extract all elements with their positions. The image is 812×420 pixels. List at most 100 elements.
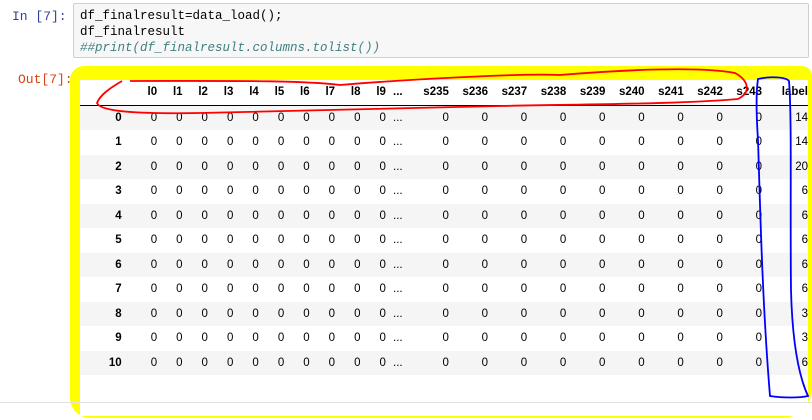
table-cell: 0 bbox=[176, 258, 183, 271]
table-cell: 0 bbox=[277, 111, 285, 124]
table-cell: 0 bbox=[379, 356, 386, 369]
table-cell: 0 bbox=[442, 356, 449, 369]
table-cell: 0 bbox=[520, 307, 528, 320]
table-cell: 0 bbox=[755, 356, 763, 369]
column-header: s238 bbox=[527, 80, 567, 106]
label-cell: 6 bbox=[801, 209, 808, 222]
table-cell: 0 bbox=[481, 160, 489, 173]
table-cell: 0 bbox=[520, 258, 528, 271]
table-cell: 0 bbox=[520, 136, 528, 149]
table-cell: 0 bbox=[226, 234, 234, 247]
row-index: 3 bbox=[115, 185, 122, 198]
table-cell: 0 bbox=[354, 185, 361, 198]
table-cell: 0 bbox=[481, 234, 489, 247]
table-cell: 0 bbox=[277, 307, 285, 320]
cell-divider bbox=[0, 402, 812, 403]
table-row: 10 0 0 0 0 0 0 0 0 0 0... 0 0 0 0 0 0 0 0 0 6 bbox=[80, 350, 808, 375]
table-cell: 0 bbox=[716, 258, 723, 271]
table-row: 5 0 0 0 0 0 0 0 0 0 0... 0 0 0 0 0 0 0 0 0 6 bbox=[80, 228, 808, 253]
table-cell: 0 bbox=[520, 185, 528, 198]
table-row: 1 0 0 0 0 0 0 0 0 0 0... 0 0 0 0 0 0 0 0 0 14 bbox=[80, 130, 808, 155]
table-cell: ... bbox=[393, 356, 403, 369]
table-cell: 0 bbox=[481, 283, 489, 296]
table-cell: 0 bbox=[303, 185, 310, 198]
row-index: 7 bbox=[115, 283, 122, 296]
table-cell: 0 bbox=[150, 307, 158, 320]
table-cell: 0 bbox=[328, 332, 336, 345]
table-cell: 0 bbox=[150, 111, 158, 124]
table-cell: 0 bbox=[599, 160, 606, 173]
table-cell: 0 bbox=[379, 136, 386, 149]
table-cell: ... bbox=[393, 332, 403, 345]
table-cell: 0 bbox=[226, 209, 234, 222]
dataframe-table: l0 l1 l2 l3 l4 l5 l6 l7 l8 l9 ... s235 s… bbox=[80, 80, 808, 375]
table-row: 7 0 0 0 0 0 0 0 0 0 0... 0 0 0 0 0 0 0 0 0 6 bbox=[80, 277, 808, 302]
table-cell: 0 bbox=[201, 332, 208, 345]
column-header: s236 bbox=[448, 80, 489, 106]
table-cell: 0 bbox=[354, 209, 361, 222]
table-cell: 0 bbox=[277, 234, 285, 247]
table-cell: 0 bbox=[176, 307, 183, 320]
table-cell: 0 bbox=[252, 136, 259, 149]
table-cell: 0 bbox=[328, 234, 336, 247]
table-cell: 0 bbox=[201, 234, 208, 247]
table-cell: 0 bbox=[379, 185, 386, 198]
table-cell: 0 bbox=[277, 356, 285, 369]
table-cell: 0 bbox=[277, 258, 285, 271]
table-cell: 0 bbox=[520, 356, 528, 369]
table-cell: 0 bbox=[716, 136, 723, 149]
table-cell: 0 bbox=[226, 283, 234, 296]
table-cell: 0 bbox=[277, 160, 285, 173]
table-cell: 0 bbox=[328, 283, 336, 296]
table-cell: 0 bbox=[755, 160, 763, 173]
table-cell: 0 bbox=[226, 307, 234, 320]
row-index: 1 bbox=[115, 136, 122, 149]
table-cell: 0 bbox=[303, 283, 310, 296]
table-cell: 0 bbox=[716, 209, 723, 222]
table-cell: 0 bbox=[638, 185, 645, 198]
column-header: l7 bbox=[309, 80, 336, 106]
label-cell: 6 bbox=[801, 283, 808, 296]
index-header bbox=[80, 80, 132, 106]
table-cell: 0 bbox=[559, 258, 567, 271]
column-header: l5 bbox=[258, 80, 285, 106]
table-cell: 0 bbox=[150, 356, 158, 369]
table-cell: 0 bbox=[150, 332, 158, 345]
table-cell: 0 bbox=[559, 111, 567, 124]
label-cell: 3 bbox=[801, 307, 808, 320]
table-cell: 0 bbox=[677, 136, 684, 149]
table-cell: 0 bbox=[176, 234, 183, 247]
table-cell: 0 bbox=[442, 234, 449, 247]
table-cell: 0 bbox=[716, 160, 723, 173]
table-cell: 0 bbox=[638, 307, 645, 320]
table-cell: 0 bbox=[442, 258, 449, 271]
output-area: l0 l1 l2 l3 l4 l5 l6 l7 l8 l9 ... s235 s… bbox=[80, 80, 808, 416]
code-editor[interactable]: df_finalresult=data_load(); df_finalresu… bbox=[73, 3, 809, 58]
table-cell: 0 bbox=[638, 283, 645, 296]
table-cell: 0 bbox=[677, 307, 684, 320]
column-header: s237 bbox=[488, 80, 528, 106]
table-cell: 0 bbox=[677, 332, 684, 345]
table-cell: ... bbox=[393, 136, 403, 149]
table-row: 3 0 0 0 0 0 0 0 0 0 0... 0 0 0 0 0 0 0 0 0 6 bbox=[80, 179, 808, 204]
table-cell: 0 bbox=[379, 283, 386, 296]
table-cell: 0 bbox=[201, 160, 208, 173]
table-cell: 0 bbox=[755, 332, 763, 345]
label-cell: 6 bbox=[801, 185, 808, 198]
table-cell: 0 bbox=[201, 209, 208, 222]
label-cell: 6 bbox=[801, 234, 808, 247]
table-cell: 0 bbox=[176, 136, 183, 149]
table-cell: 0 bbox=[677, 160, 684, 173]
table-cell: 0 bbox=[599, 332, 606, 345]
code-line: df_finalresult bbox=[80, 25, 186, 39]
table-cell: 0 bbox=[520, 234, 528, 247]
table-cell: 0 bbox=[201, 356, 208, 369]
table-cell: 0 bbox=[481, 258, 489, 271]
table-cell: 0 bbox=[442, 283, 449, 296]
table-cell: 0 bbox=[328, 160, 336, 173]
table-cell: 0 bbox=[559, 185, 567, 198]
column-header: l2 bbox=[182, 80, 208, 106]
table-cell: 0 bbox=[328, 258, 336, 271]
column-header: s240 bbox=[605, 80, 645, 106]
row-index: 9 bbox=[115, 332, 122, 345]
